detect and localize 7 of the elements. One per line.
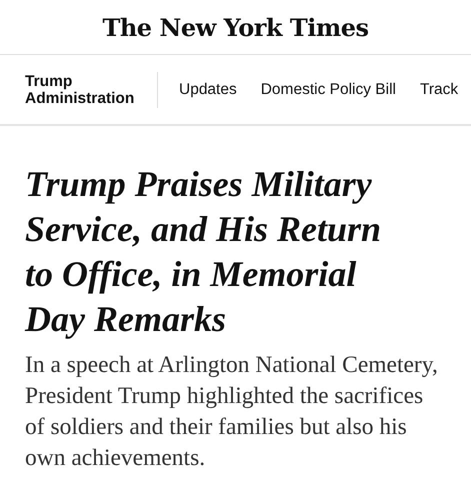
nav-link[interactable]: Domestic Policy Bill [260, 80, 396, 98]
summary: In a speech at Arlington National Cemetery, President Trump highlighted the sacrifices of soldiers and their families but also his own achievements. [25, 351, 439, 473]
nav-link[interactable]: Track [420, 80, 458, 98]
logo[interactable]: The New York Times [102, 12, 368, 42]
headline: Trump Praises Military Service, and His Return to Office, in Memorial Day Remarks [25, 163, 382, 341]
section-title[interactable]: Trump Administration [25, 72, 143, 106]
nav-link[interactable]: Updates [179, 80, 237, 98]
